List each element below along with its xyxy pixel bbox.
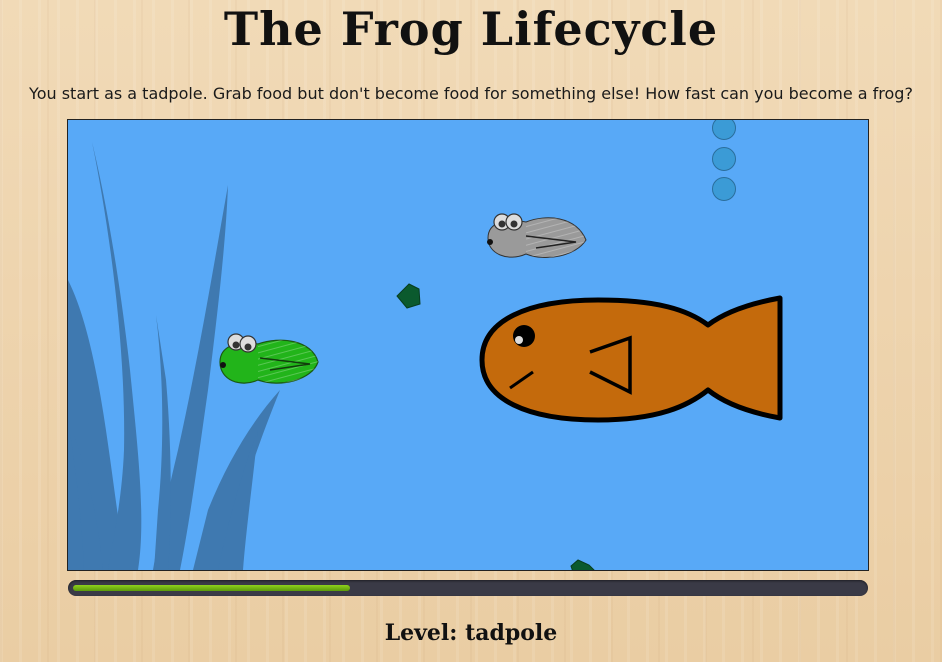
- food-pellet-icon[interactable]: [570, 559, 596, 570]
- bubble-icon: [712, 177, 736, 201]
- instructions-text: You start as a tadpole. Grab food but do…: [29, 84, 913, 103]
- page-title: The Frog Lifecycle: [223, 2, 719, 56]
- rival-tadpole-icon: [487, 213, 587, 258]
- player-tadpole-icon[interactable]: [219, 333, 319, 384]
- game-canvas[interactable]: [67, 119, 869, 571]
- level-label: Level: tadpole: [384, 620, 558, 646]
- food-pellet-icon[interactable]: [396, 283, 421, 309]
- growth-progress-fill: [73, 585, 350, 591]
- bubble-icon: [712, 120, 736, 140]
- growth-progress-bar: [68, 580, 868, 596]
- bubble-icon: [712, 147, 736, 171]
- bubbles: [712, 120, 736, 201]
- predator-fish-icon: [479, 295, 783, 423]
